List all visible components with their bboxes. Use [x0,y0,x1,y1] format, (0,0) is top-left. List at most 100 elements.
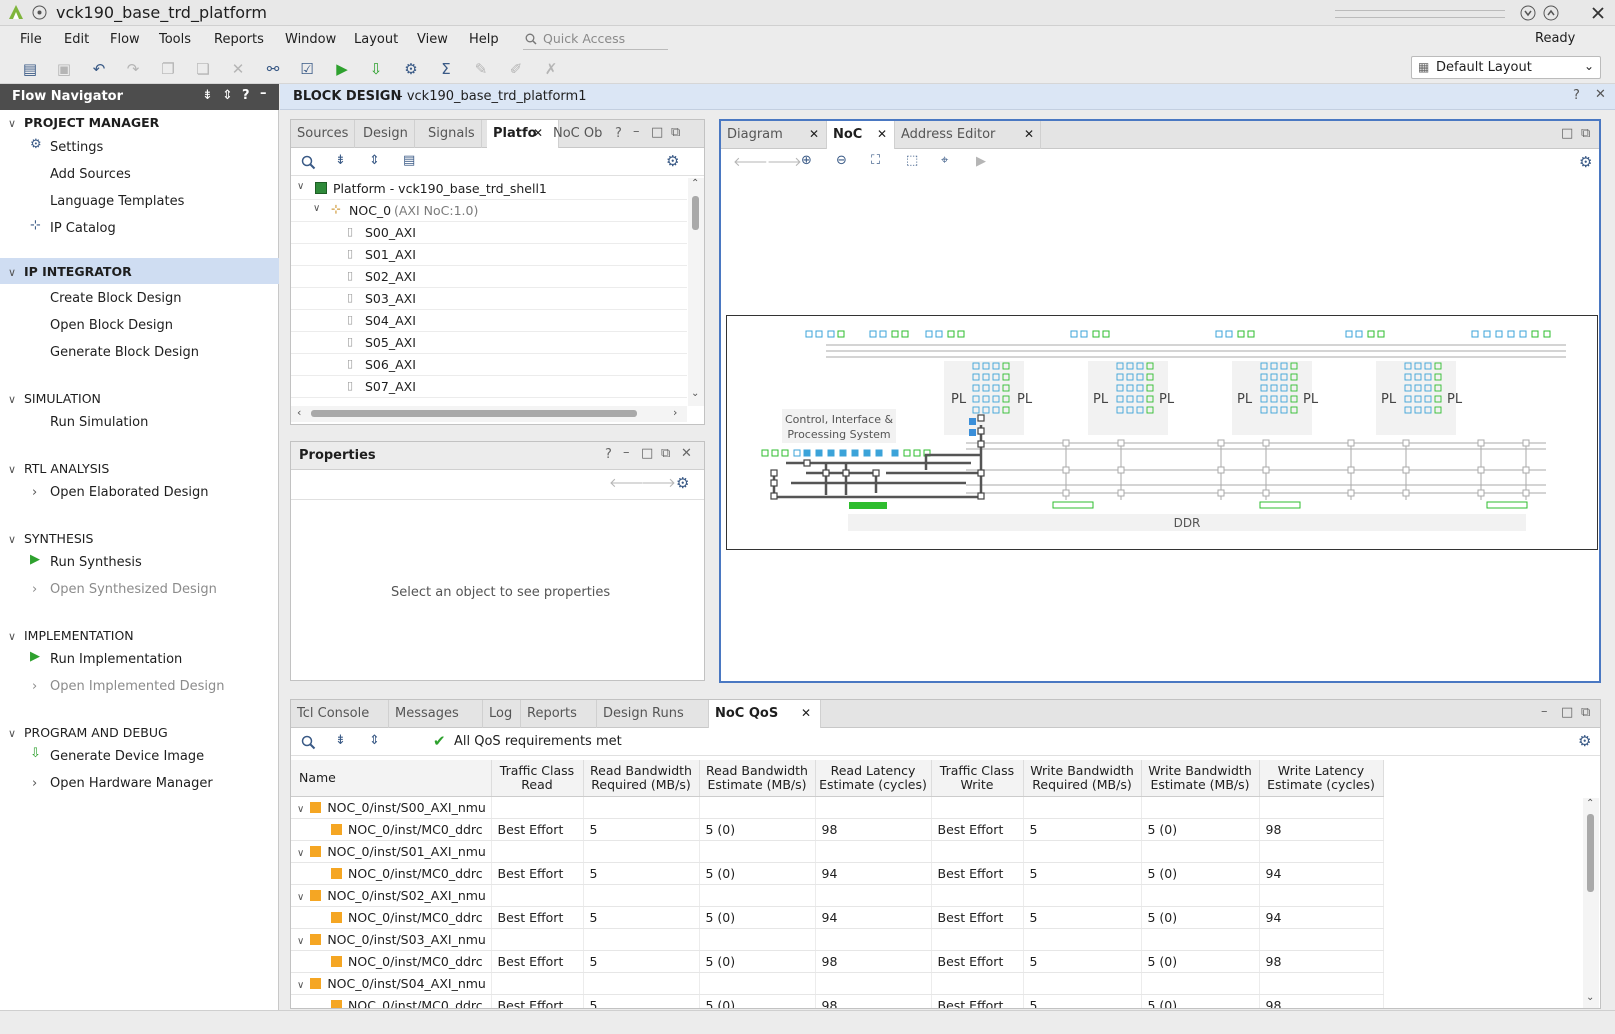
tree-row-platform[interactable]: ∨ Platform - vck190_base_trd_shell1 [291,178,687,200]
open-project-icon[interactable]: ▤ [18,57,42,81]
nav-section-rtl-analysis[interactable]: ∨ RTL ANALYSIS [8,461,109,476]
tree-row-port[interactable]: ▯ S06_AXI [291,354,687,376]
close-window-icon[interactable] [1590,5,1606,21]
menu-window[interactable]: Window [285,32,336,47]
arrow-left-icon[interactable]: 🡐 [733,154,768,170]
chevron-right-icon[interactable]: › [32,582,37,597]
nav-item-open-elaborated-design[interactable]: Open Elaborated Design [50,485,209,500]
nav-item-generate-block-design[interactable]: Generate Block Design [50,345,199,360]
close-icon[interactable]: ✕ [801,706,811,720]
chevron-right-icon[interactable]: › [32,776,37,791]
search-icon[interactable] [301,735,316,750]
close-icon[interactable]: ✕ [877,127,887,141]
float-panel-icon[interactable]: ⧉ [1581,705,1590,720]
nav-section-implementation[interactable]: ∨ IMPLEMENTATION [8,628,134,643]
chevron-down-icon[interactable]: ∨ [297,980,304,991]
table-row-parent[interactable]: ∨ NOC_0/inst/S02_AXI_nmu [291,884,1384,907]
nav-item-generate-device-image[interactable]: Generate Device Image [50,749,204,764]
run-icon[interactable]: ▶ [330,57,354,81]
close-icon[interactable]: ✕ [809,127,819,141]
chevron-down-icon[interactable]: ∨ [297,892,304,903]
nav-item-create-block-design[interactable]: Create Block Design [50,291,182,306]
minimize-window-icon[interactable] [1520,5,1536,21]
table-row[interactable]: NOC_0/inst/MC0_ddrc Best Effort 5 5 (0) 98 Be… [291,994,1384,1008]
table-row[interactable]: NOC_0/inst/MC0_ddrc Best Effort 5 5 (0) 94 Be… [291,906,1384,929]
tree-row-port[interactable]: ▯ S04_AXI [291,310,687,332]
maximize-panel-icon[interactable]: □ [1561,126,1573,141]
minimize-panel-icon[interactable]: – [1541,704,1548,719]
zoom-out-icon[interactable]: ⊖ [836,153,847,168]
minimize-panel-icon[interactable]: – [633,124,640,139]
scroll-up-icon[interactable]: ⌃ [691,178,699,189]
nav-item-run-simulation[interactable]: Run Simulation [50,415,148,430]
tab-address-editor[interactable]: Address Editor [895,121,1041,149]
settings-gear-icon[interactable]: ⚙ [1578,732,1591,750]
col-header[interactable]: Read Bandwidth Required (MB/s) [583,760,700,797]
minimize-panel-icon[interactable]: – [623,445,630,460]
program-device-icon[interactable]: ⇩ [364,57,388,81]
tab-noc-objects[interactable]: NoC Ob [547,120,608,148]
nav-item-open-hardware-manager[interactable]: Open Hardware Manager [50,776,213,791]
col-header[interactable]: Write Bandwidth Estimate (MB/s) [1141,760,1260,797]
tree-row-noc[interactable]: ∨ ⊹ NOC_0 (AXI NoC:1.0) [291,200,687,222]
validate-icon[interactable]: ☑ [295,57,319,81]
tab-signals[interactable]: Signals [422,120,482,148]
nav-item-settings[interactable]: Settings [50,140,103,155]
col-header[interactable]: Read Bandwidth Estimate (MB/s) [699,760,816,797]
col-header[interactable]: Traffic Class Read [491,760,584,797]
nav-section-simulation[interactable]: ∨ SIMULATION [8,391,101,406]
menu-layout[interactable]: Layout [354,32,398,47]
table-row-parent[interactable]: ∨ NOC_0/inst/S04_AXI_nmu [291,972,1384,995]
table-row[interactable]: NOC_0/inst/MC0_ddrc Best Effort 5 5 (0) 94 Be… [291,862,1384,885]
save-icon[interactable]: ▣ [52,57,76,81]
ddr-controller-active[interactable] [849,502,887,509]
nav-item-language-templates[interactable]: Language Templates [50,194,184,209]
horizontal-scrollbar[interactable]: ‹ › [291,406,687,422]
debug-icon[interactable]: ✎ [469,57,493,81]
menu-tools[interactable]: Tools [159,32,191,47]
settings-gear-icon[interactable]: ⚙ [676,474,689,492]
tree-row-port[interactable]: ▯ S03_AXI [291,288,687,310]
chevron-down-icon[interactable]: ∨ [313,203,320,214]
document-icon[interactable]: ▤ [403,153,415,168]
chevron-down-icon[interactable]: ∨ [297,848,304,859]
menu-edit[interactable]: Edit [64,32,89,47]
expand-all-icon[interactable]: ⇕ [369,153,380,168]
info-circle-icon[interactable] [32,5,47,20]
menu-reports[interactable]: Reports [214,32,264,47]
scroll-down-icon[interactable]: ⌄ [1586,992,1594,1003]
minimize-panel-icon[interactable]: – [260,86,267,101]
settings-gear-icon[interactable]: ⚙ [1579,153,1592,171]
nav-section-project-manager[interactable]: ∨ PROJECT MANAGER [8,115,159,130]
close-icon[interactable]: ✕ [681,446,692,461]
tree-row-port[interactable]: ▯ S05_AXI [291,332,687,354]
arrow-right-icon[interactable]: 🡒 [641,475,676,491]
nav-item-ip-catalog[interactable]: IP Catalog [50,221,116,236]
menu-file[interactable]: File [20,32,42,47]
play-icon[interactable]: ▶ [976,154,986,169]
chevron-down-icon[interactable]: ∨ [297,804,304,815]
table-row[interactable]: NOC_0/inst/MC0_ddrc Best Effort 5 5 (0) 98 Be… [291,950,1384,973]
noc-view-canvas[interactable]: PL PL PL PL PL PL PL PL Control, Interfa… [726,315,1598,551]
nav-item-open-implemented-design[interactable]: Open Implemented Design [50,679,224,694]
qos-vertical-scrollbar[interactable]: ⌃ ⌄ [1583,798,1599,1008]
scroll-up-icon[interactable]: ⌃ [1586,798,1594,809]
float-panel-icon[interactable]: ⧉ [1581,126,1590,141]
float-panel-icon[interactable]: ⧉ [671,125,680,140]
maximize-panel-icon[interactable]: □ [641,446,653,461]
settings-gear-icon[interactable]: ⚙ [399,57,423,81]
layout-select[interactable]: ▦ Default Layout ⌄ [1411,56,1601,79]
maximize-panel-icon[interactable]: □ [1561,705,1573,720]
tree-row-port[interactable]: ▯ S01_AXI [291,244,687,266]
tab-reports[interactable]: Reports [521,700,597,728]
mark-debug-icon[interactable]: ✐ [504,57,528,81]
help-icon[interactable]: ? [615,126,622,141]
col-header[interactable]: Traffic Class Write [931,760,1024,797]
unmark-debug-icon[interactable]: ✗ [539,57,563,81]
redo-icon[interactable]: ↷ [121,57,145,81]
scroll-right-icon[interactable]: › [673,406,677,419]
settings-gear-icon[interactable]: ⚙ [666,152,679,170]
tab-design[interactable]: Design [357,120,415,148]
tree-row-port[interactable]: ▯ S07_AXI [291,376,687,398]
nav-section-program-and-debug[interactable]: ∨ PROGRAM AND DEBUG [8,725,168,740]
